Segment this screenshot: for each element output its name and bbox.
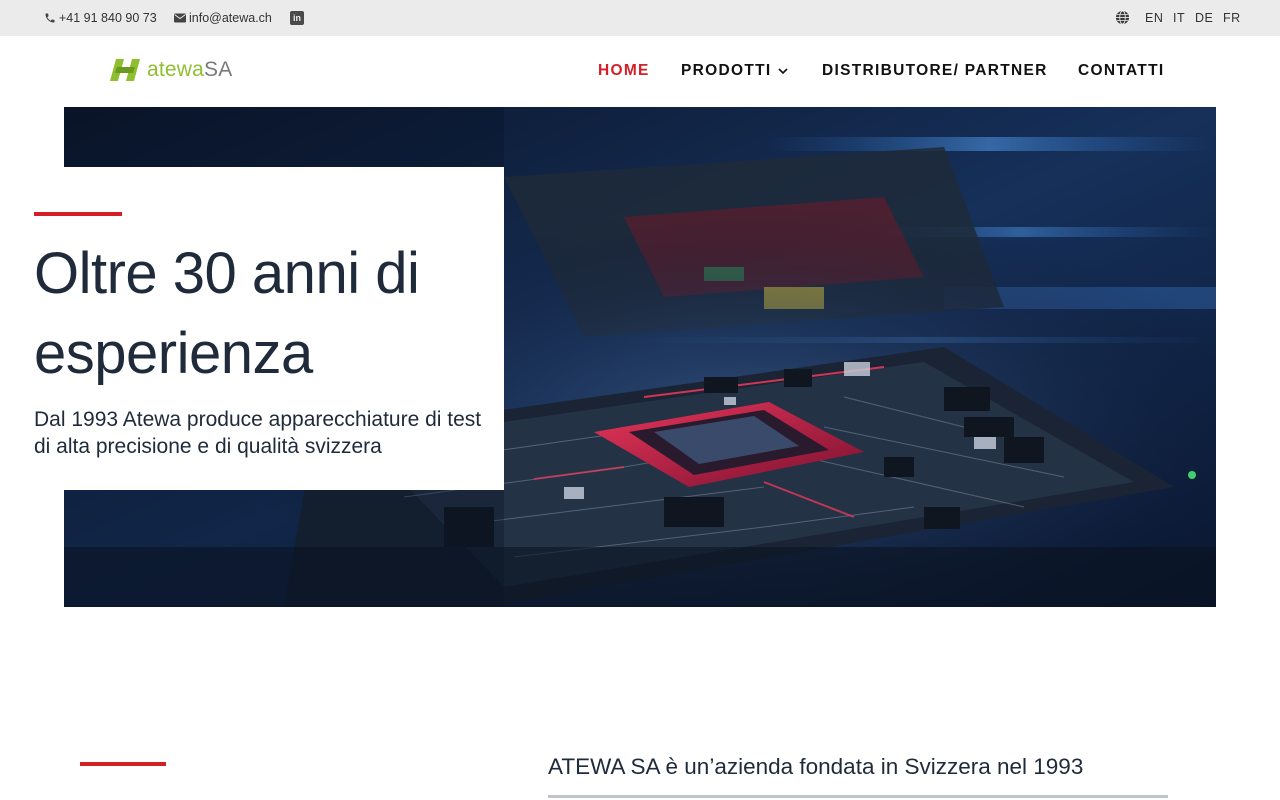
top-bar: +41 91 840 90 73 info@atewa.ch in EN IT … (0, 0, 1280, 36)
about-text: ATEWA SA è un’azienda fondata in Svizzer… (548, 754, 1084, 779)
nav-home-label: HOME (598, 62, 650, 79)
lang-fr[interactable]: FR (1223, 0, 1241, 36)
nav-contatti-label: CONTATTI (1078, 62, 1165, 79)
logo-text: atewaSA (147, 58, 232, 82)
logo-suffix: SA (204, 58, 233, 81)
nav-distributore-partner[interactable]: DISTRIBUTORE/ PARTNER (822, 60, 1048, 82)
about-text-continuation (548, 790, 1168, 800)
nav-prodotti-label: PRODOTTI (681, 62, 772, 79)
nav-contatti[interactable]: CONTATTI (1078, 60, 1164, 82)
site-logo[interactable]: atewaSA (110, 58, 232, 82)
about-accent-line (80, 762, 166, 766)
hero-subtitle: Dal 1993 Atewa produce apparecchiature d… (34, 408, 482, 458)
lang-it[interactable]: IT (1173, 0, 1185, 36)
hero-accent-line (34, 212, 122, 216)
lang-de[interactable]: DE (1195, 0, 1213, 36)
envelope-icon (174, 13, 186, 23)
phone-link[interactable]: +41 91 840 90 73 (44, 0, 157, 36)
lang-en[interactable]: EN (1145, 0, 1163, 36)
globe-icon[interactable] (1115, 10, 1130, 25)
hero-title: Oltre 30 anni di esperienza (34, 241, 420, 386)
nav-prodotti[interactable]: PRODOTTI (681, 60, 789, 82)
logo-wordmark: atewa (147, 58, 205, 81)
linkedin-icon[interactable]: in (290, 11, 304, 25)
nav-distributore-label: DISTRIBUTORE/ PARTNER (822, 62, 1048, 79)
email-link[interactable]: info@atewa.ch (174, 0, 272, 36)
phone-icon (45, 13, 55, 23)
phone-text: +41 91 840 90 73 (59, 11, 157, 25)
chevron-down-icon (778, 67, 789, 74)
atewa-logo-mark (110, 59, 140, 81)
nav-home[interactable]: HOME (598, 60, 650, 82)
email-text: info@atewa.ch (189, 11, 272, 25)
